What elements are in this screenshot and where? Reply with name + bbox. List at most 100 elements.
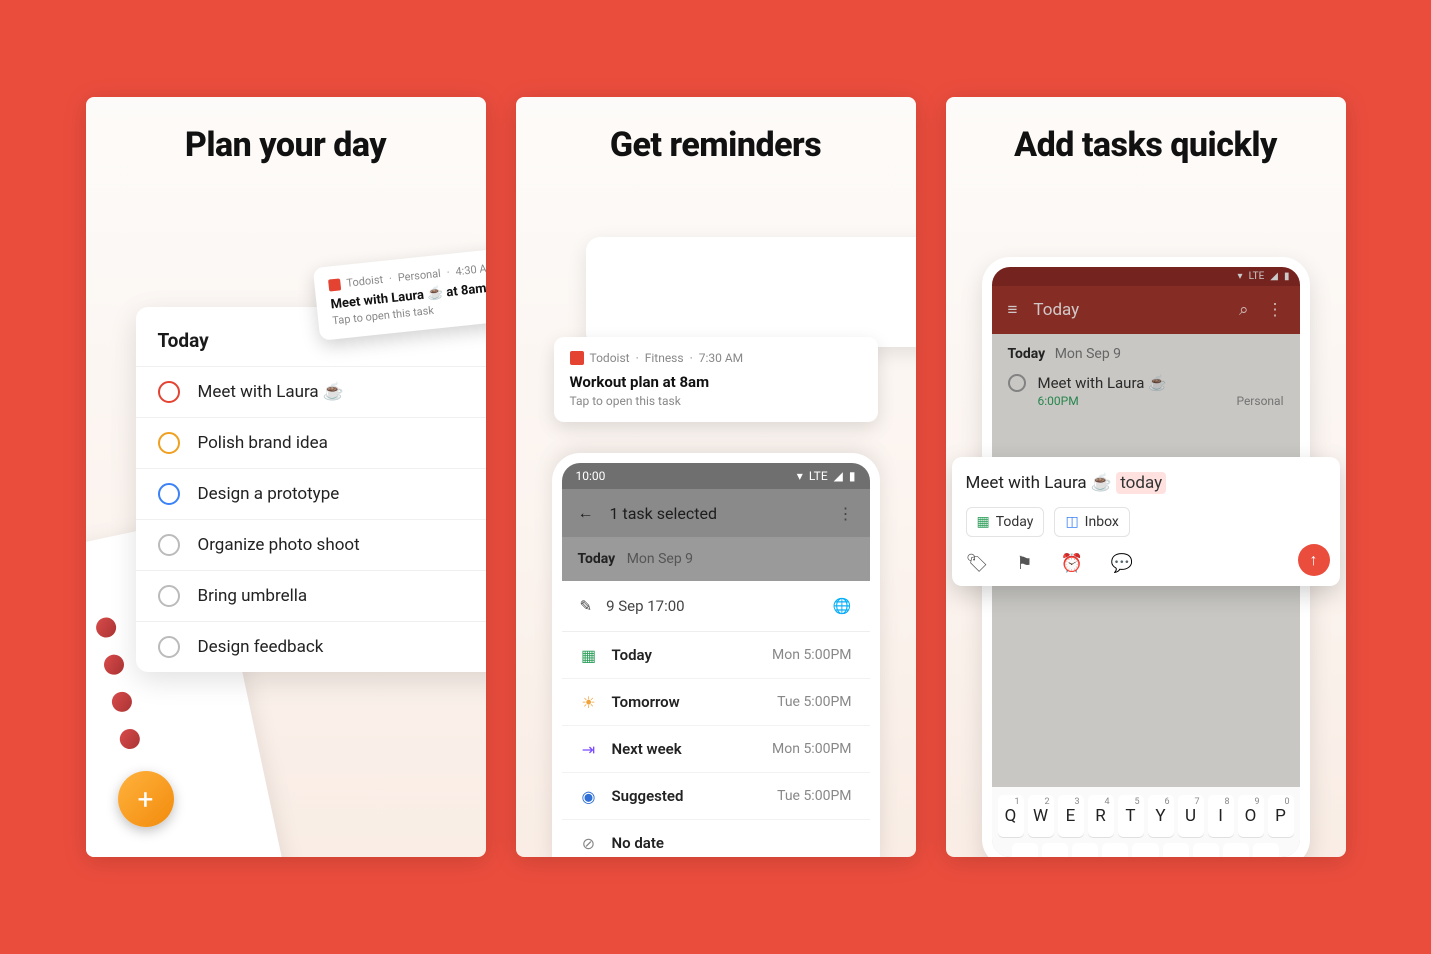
globe-icon[interactable]: 🌐 [833,597,852,615]
avatar [94,616,118,640]
key-d[interactable]: D [1072,843,1098,857]
tag-icon[interactable]: 🏷 [966,553,989,574]
panel-add-tasks-quickly: Add tasks quickly ▾ LTE ◢ ▮ ≡ Today ⌕ ⋮ … [946,97,1346,857]
key-t[interactable]: T5 [1118,795,1144,837]
task-label: Meet with Laura ☕ [198,382,345,402]
key-w[interactable]: W2 [1028,795,1054,837]
notif-time: 7:30 AM [699,351,743,365]
notif-app: Todoist [345,273,383,290]
arrow-icon: ⇥ [580,740,598,758]
schedule-option[interactable]: ☀ Tomorrow Tue 5:00PM [562,679,870,726]
today-card: Today Meet with Laura ☕Polish brand idea… [136,307,486,672]
qa-text-static: Meet with Laura ☕ [966,473,1117,493]
key-e[interactable]: E3 [1058,795,1084,837]
avatar [102,653,126,677]
pencil-icon: ✎ [580,597,593,615]
task-checkbox[interactable] [158,483,180,505]
keyboard: Q1W2E3R4T5Y6U7I8O9P0 ASDFGHJKL ⇧ZXCVBNM⌫… [992,787,1300,857]
schedule-time: 9 Sep 17:00 [606,597,685,615]
background-notif-card [586,237,916,347]
option-time: Mon 5:00PM [772,741,851,757]
status-time: 10:00 [576,469,606,483]
schedule-option[interactable]: ◉SuggestedTue 5:00PM [562,773,870,820]
none-icon: ⊘ [580,834,598,852]
key-f[interactable]: F [1102,843,1128,857]
panel2-heading: Get reminders [516,97,916,178]
today-section-header: Today Mon Sep 9 [562,537,870,581]
task-checkbox[interactable] [158,432,180,454]
task-checkbox[interactable] [158,636,180,658]
schedule-option[interactable]: ⇥ Next week Mon 5:00PM [562,726,870,773]
option-label: Tomorrow [612,693,680,711]
todoist-app-icon [327,278,340,291]
schedule-option[interactable]: ▦TodayMon 5:00PM [562,632,870,679]
option-label: Suggested [612,787,684,805]
key-j[interactable]: J [1193,843,1219,857]
sun-icon: ☀ [580,693,598,711]
selection-count: 1 task selected [610,504,717,523]
status-bar: 10:00 ▾ LTE ◢ ▮ [562,463,870,489]
task-row[interactable]: Organize photo shoot [136,519,486,570]
task-checkbox[interactable] [158,381,180,403]
chip-inbox[interactable]: ◫ Inbox [1054,507,1129,537]
panel3-heading: Add tasks quickly [946,97,1346,178]
calendar-icon: ▦ [977,514,990,530]
key-i[interactable]: I8 [1208,795,1234,837]
chip-today-label: Today [996,514,1034,530]
chip-inbox-label: Inbox [1085,514,1119,530]
task-label: Polish brand idea [198,433,328,453]
task-checkbox[interactable] [158,585,180,607]
key-s[interactable]: S [1042,843,1068,857]
notif-subtitle: Tap to open this task [570,394,862,408]
key-g[interactable]: G [1132,843,1158,857]
notification-card[interactable]: Todoist · Fitness · 7:30 AM Workout plan… [554,337,878,422]
inbox-icon: ◫ [1065,514,1078,530]
arrow-up-icon: ↑ [1310,550,1318,570]
selection-header: ← 1 task selected ⋮ [562,489,870,537]
option-label: Next week [612,740,682,758]
alarm-icon[interactable]: ⏰ [1061,553,1083,574]
add-task-fab[interactable]: + [118,771,174,827]
avatar [117,727,141,751]
key-h[interactable]: H [1163,843,1189,857]
key-r[interactable]: R4 [1088,795,1114,837]
quick-add-input[interactable]: Meet with Laura ☕ today [966,473,1326,493]
notif-project: Fitness [645,351,684,365]
today-label: Today [578,551,616,567]
schedule-edit-row[interactable]: ✎ 9 Sep 17:00 🌐 [562,581,870,632]
flag-icon[interactable]: ⚑ [1016,553,1032,574]
key-l[interactable]: L [1253,843,1279,857]
task-row[interactable]: Polish brand idea [136,417,486,468]
key-p[interactable]: P0 [1268,795,1294,837]
key-y[interactable]: Y6 [1148,795,1174,837]
network-label: LTE [809,469,828,483]
key-u[interactable]: U7 [1178,795,1204,837]
task-row[interactable]: Design a prototype [136,468,486,519]
back-icon[interactable]: ← [578,503,594,523]
key-o[interactable]: O9 [1238,795,1264,837]
schedule-option[interactable]: ⊘No date [562,820,870,857]
key-q[interactable]: Q1 [998,795,1024,837]
task-row[interactable]: Design feedback [136,621,486,672]
task-row[interactable]: Meet with Laura ☕ [136,366,486,417]
option-time: Tue 5:00PM [777,788,851,804]
more-icon[interactable]: ⋮ [838,504,854,523]
panel-get-reminders: Get reminders Todoist · Fitness · 7:30 A… [516,97,916,857]
task-row[interactable]: Bring umbrella [136,570,486,621]
chip-today[interactable]: ▦ Today [966,507,1045,537]
comment-icon[interactable]: 💬 [1111,553,1133,574]
avatar [110,690,134,714]
task-label: Organize photo shoot [198,535,360,555]
task-checkbox[interactable] [158,534,180,556]
key-a[interactable]: A [1012,843,1038,857]
notif-time: 4:30 AM [454,261,485,278]
option-time: Tue 5:00PM [777,694,851,710]
notif-app: Todoist [590,351,630,365]
submit-button[interactable]: ↑ [1298,544,1330,576]
today-date: Mon Sep 9 [627,551,693,567]
option-time: Mon 5:00PM [772,647,851,663]
key-k[interactable]: K [1223,843,1249,857]
battery-icon: ▮ [849,469,856,483]
notif-title: Workout plan at 8am [570,373,862,391]
option-label: Today [612,646,652,664]
